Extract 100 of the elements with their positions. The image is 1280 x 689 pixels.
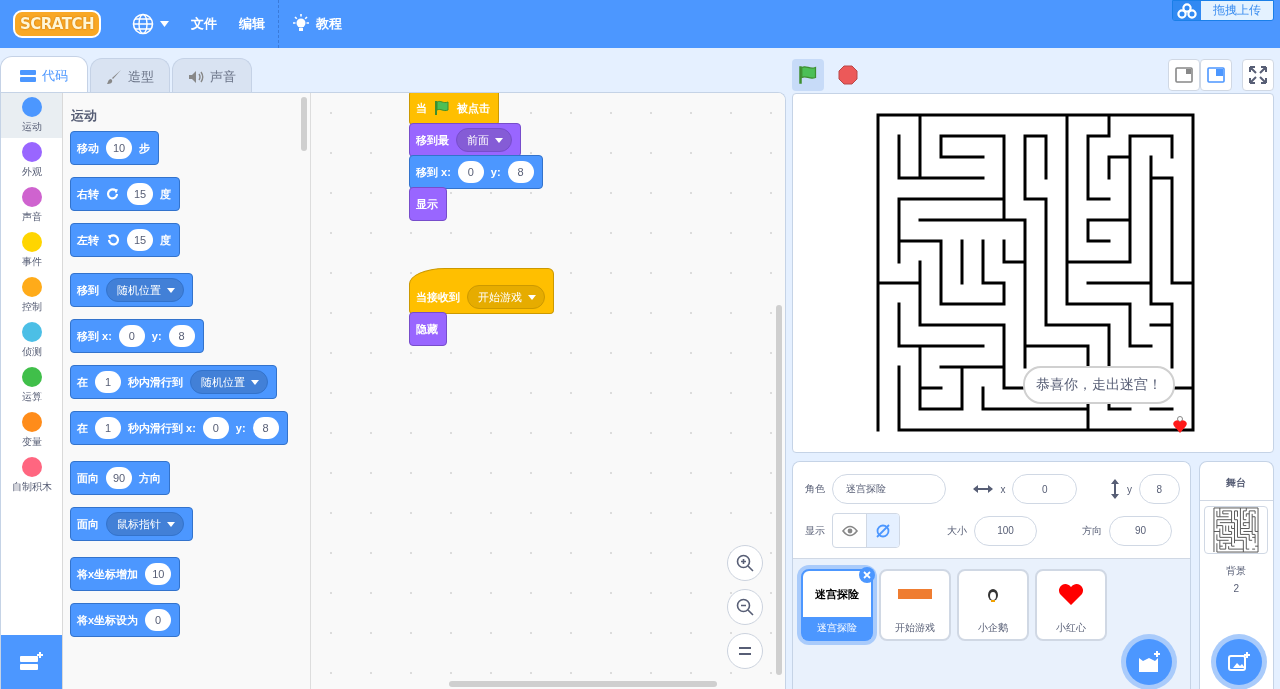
stage-size-button[interactable] — [1168, 58, 1200, 91]
block-text: 显示 — [416, 196, 438, 212]
category-item[interactable]: 自制积木 — [1, 453, 62, 498]
number-input[interactable]: 15 — [127, 183, 154, 205]
field-label: x — [1000, 483, 1006, 495]
caret-icon — [251, 379, 259, 385]
number-input[interactable]: 1 — [95, 371, 121, 393]
category-heading: 运动 — [71, 107, 98, 125]
category-item[interactable]: 运动 — [1, 93, 62, 138]
tab[interactable]: 造型 — [90, 58, 170, 94]
code-block[interactable]: 右转 15 度 — [70, 177, 181, 211]
code-block[interactable]: 面向 90 方向 — [70, 461, 171, 495]
code-block[interactable]: 移动 10 步 — [70, 131, 160, 165]
zoom-reset-button[interactable] — [727, 633, 763, 669]
fullscreen-button[interactable] — [1242, 58, 1274, 91]
flag-icon — [798, 64, 818, 85]
block-text: 隐藏 — [416, 321, 438, 337]
block-text: 当接收到 — [416, 289, 460, 305]
dropdown[interactable]: 鼠标指针 — [106, 512, 184, 536]
block-text: 将x坐标增加 — [77, 566, 139, 582]
category-item[interactable]: 声音 — [1, 183, 62, 228]
close-icon — [863, 571, 871, 579]
category-item[interactable]: 变量 — [1, 408, 62, 453]
flag-button[interactable] — [792, 58, 824, 91]
code-block[interactable]: 在 1 秒内滑行到 x: 0 y: 8 — [70, 411, 288, 445]
globe-icon — [132, 13, 155, 35]
caret-icon — [167, 521, 175, 527]
category-item[interactable]: 控制 — [1, 273, 62, 318]
light-bulb-icon — [292, 14, 311, 34]
code-block[interactable]: 显示 — [409, 187, 447, 221]
zoom-in-button[interactable] — [727, 545, 763, 581]
number-input[interactable]: 10 — [106, 137, 133, 159]
code-block[interactable]: 移到 x: 0 y: 8 — [70, 319, 204, 353]
category-item[interactable]: 外观 — [1, 138, 62, 183]
speech-bubble: 恭喜你，走出迷宫！ — [1023, 366, 1175, 404]
equals-icon — [737, 646, 753, 656]
number-input[interactable]: 0 — [118, 325, 145, 347]
number-input[interactable]: 0 — [457, 161, 484, 183]
category-item[interactable]: 运算 — [1, 363, 62, 408]
number-input[interactable]: 15 — [127, 229, 154, 251]
field-label: 角色 — [805, 482, 825, 496]
maze-thumbnail-drawing — [1212, 507, 1261, 553]
caret-icon — [495, 137, 503, 143]
code-block[interactable]: 面向 鼠标指针 — [70, 507, 193, 541]
scrollbar[interactable] — [776, 305, 782, 675]
sprite-tile[interactable]: 开始游戏 — [879, 569, 951, 641]
number-input[interactable]: 0 — [202, 417, 229, 439]
number-input[interactable]: 8 — [507, 161, 534, 183]
code-block[interactable]: 将x坐标增加 10 — [70, 557, 181, 591]
code-block[interactable]: 移到最 前面 — [409, 123, 521, 157]
number-input[interactable]: 1 — [95, 417, 121, 439]
backdrop-thumbnail[interactable] — [1204, 506, 1269, 554]
delete-button[interactable] — [859, 567, 875, 583]
sprite-tile[interactable]: 小企鹅 — [957, 569, 1029, 641]
caret-icon — [160, 21, 170, 27]
dropdown[interactable]: 随机位置 — [190, 370, 268, 394]
number-input[interactable]: 8 — [168, 325, 195, 347]
number-input[interactable]: 0 — [145, 609, 172, 631]
block-text: 在 — [77, 420, 88, 436]
sprite-tile[interactable]: 小红心 — [1035, 569, 1107, 641]
category-item[interactable]: 侦测 — [1, 318, 62, 363]
block-text: 度 — [160, 232, 172, 248]
number-input[interactable]: 8 — [252, 417, 279, 439]
zoom-out-button[interactable] — [727, 589, 763, 625]
zoom-out-icon — [735, 597, 755, 617]
field-label: 显示 — [805, 523, 825, 538]
image-plus-icon — [1226, 651, 1251, 673]
scrollbar[interactable] — [301, 97, 307, 151]
caret-icon — [167, 287, 175, 293]
block-text: y: — [151, 330, 162, 342]
backdrop-label: 背景 — [1226, 564, 1247, 578]
scrollbar[interactable] — [449, 681, 717, 687]
code-block[interactable]: 左转 15 度 — [70, 223, 181, 257]
code-block[interactable]: 隐藏 — [409, 312, 447, 346]
hide-button[interactable] — [866, 514, 899, 547]
block-text: 在 — [77, 374, 88, 390]
vertical-arrows-icon — [1109, 479, 1120, 499]
block-text: 方向 — [139, 470, 162, 486]
small-stage-icon — [1175, 66, 1193, 83]
block-text: 移到 x: — [416, 164, 451, 180]
add-extension-button[interactable] — [1, 635, 62, 689]
block-text: 当 — [416, 100, 427, 116]
dropdown[interactable]: 随机位置 — [106, 278, 184, 302]
code-icon — [20, 69, 36, 82]
number-input[interactable]: 10 — [145, 563, 172, 585]
dropdown[interactable]: 前面 — [456, 128, 512, 152]
block-text: 移到 x: — [77, 328, 112, 344]
number-input[interactable]: 90 — [106, 467, 133, 489]
horizontal-arrows-icon — [973, 484, 994, 494]
code-block[interactable]: 将x坐标设为 0 — [70, 603, 181, 637]
category-item[interactable]: 事件 — [1, 228, 62, 273]
code-block[interactable]: 移到 随机位置 — [70, 273, 193, 307]
code-block[interactable]: 在 1 秒内滑行到 随机位置 — [70, 365, 277, 399]
block-text: 面向 — [77, 516, 99, 532]
block-text: 秒内滑行到 — [128, 374, 183, 390]
tab[interactable]: 声音 — [172, 58, 252, 94]
stage-size-button[interactable] — [1200, 58, 1232, 91]
block-text: y: — [490, 166, 501, 178]
add-extension-icon — [18, 651, 45, 673]
code-block[interactable]: 移到 x: 0 y: 8 — [409, 155, 543, 189]
